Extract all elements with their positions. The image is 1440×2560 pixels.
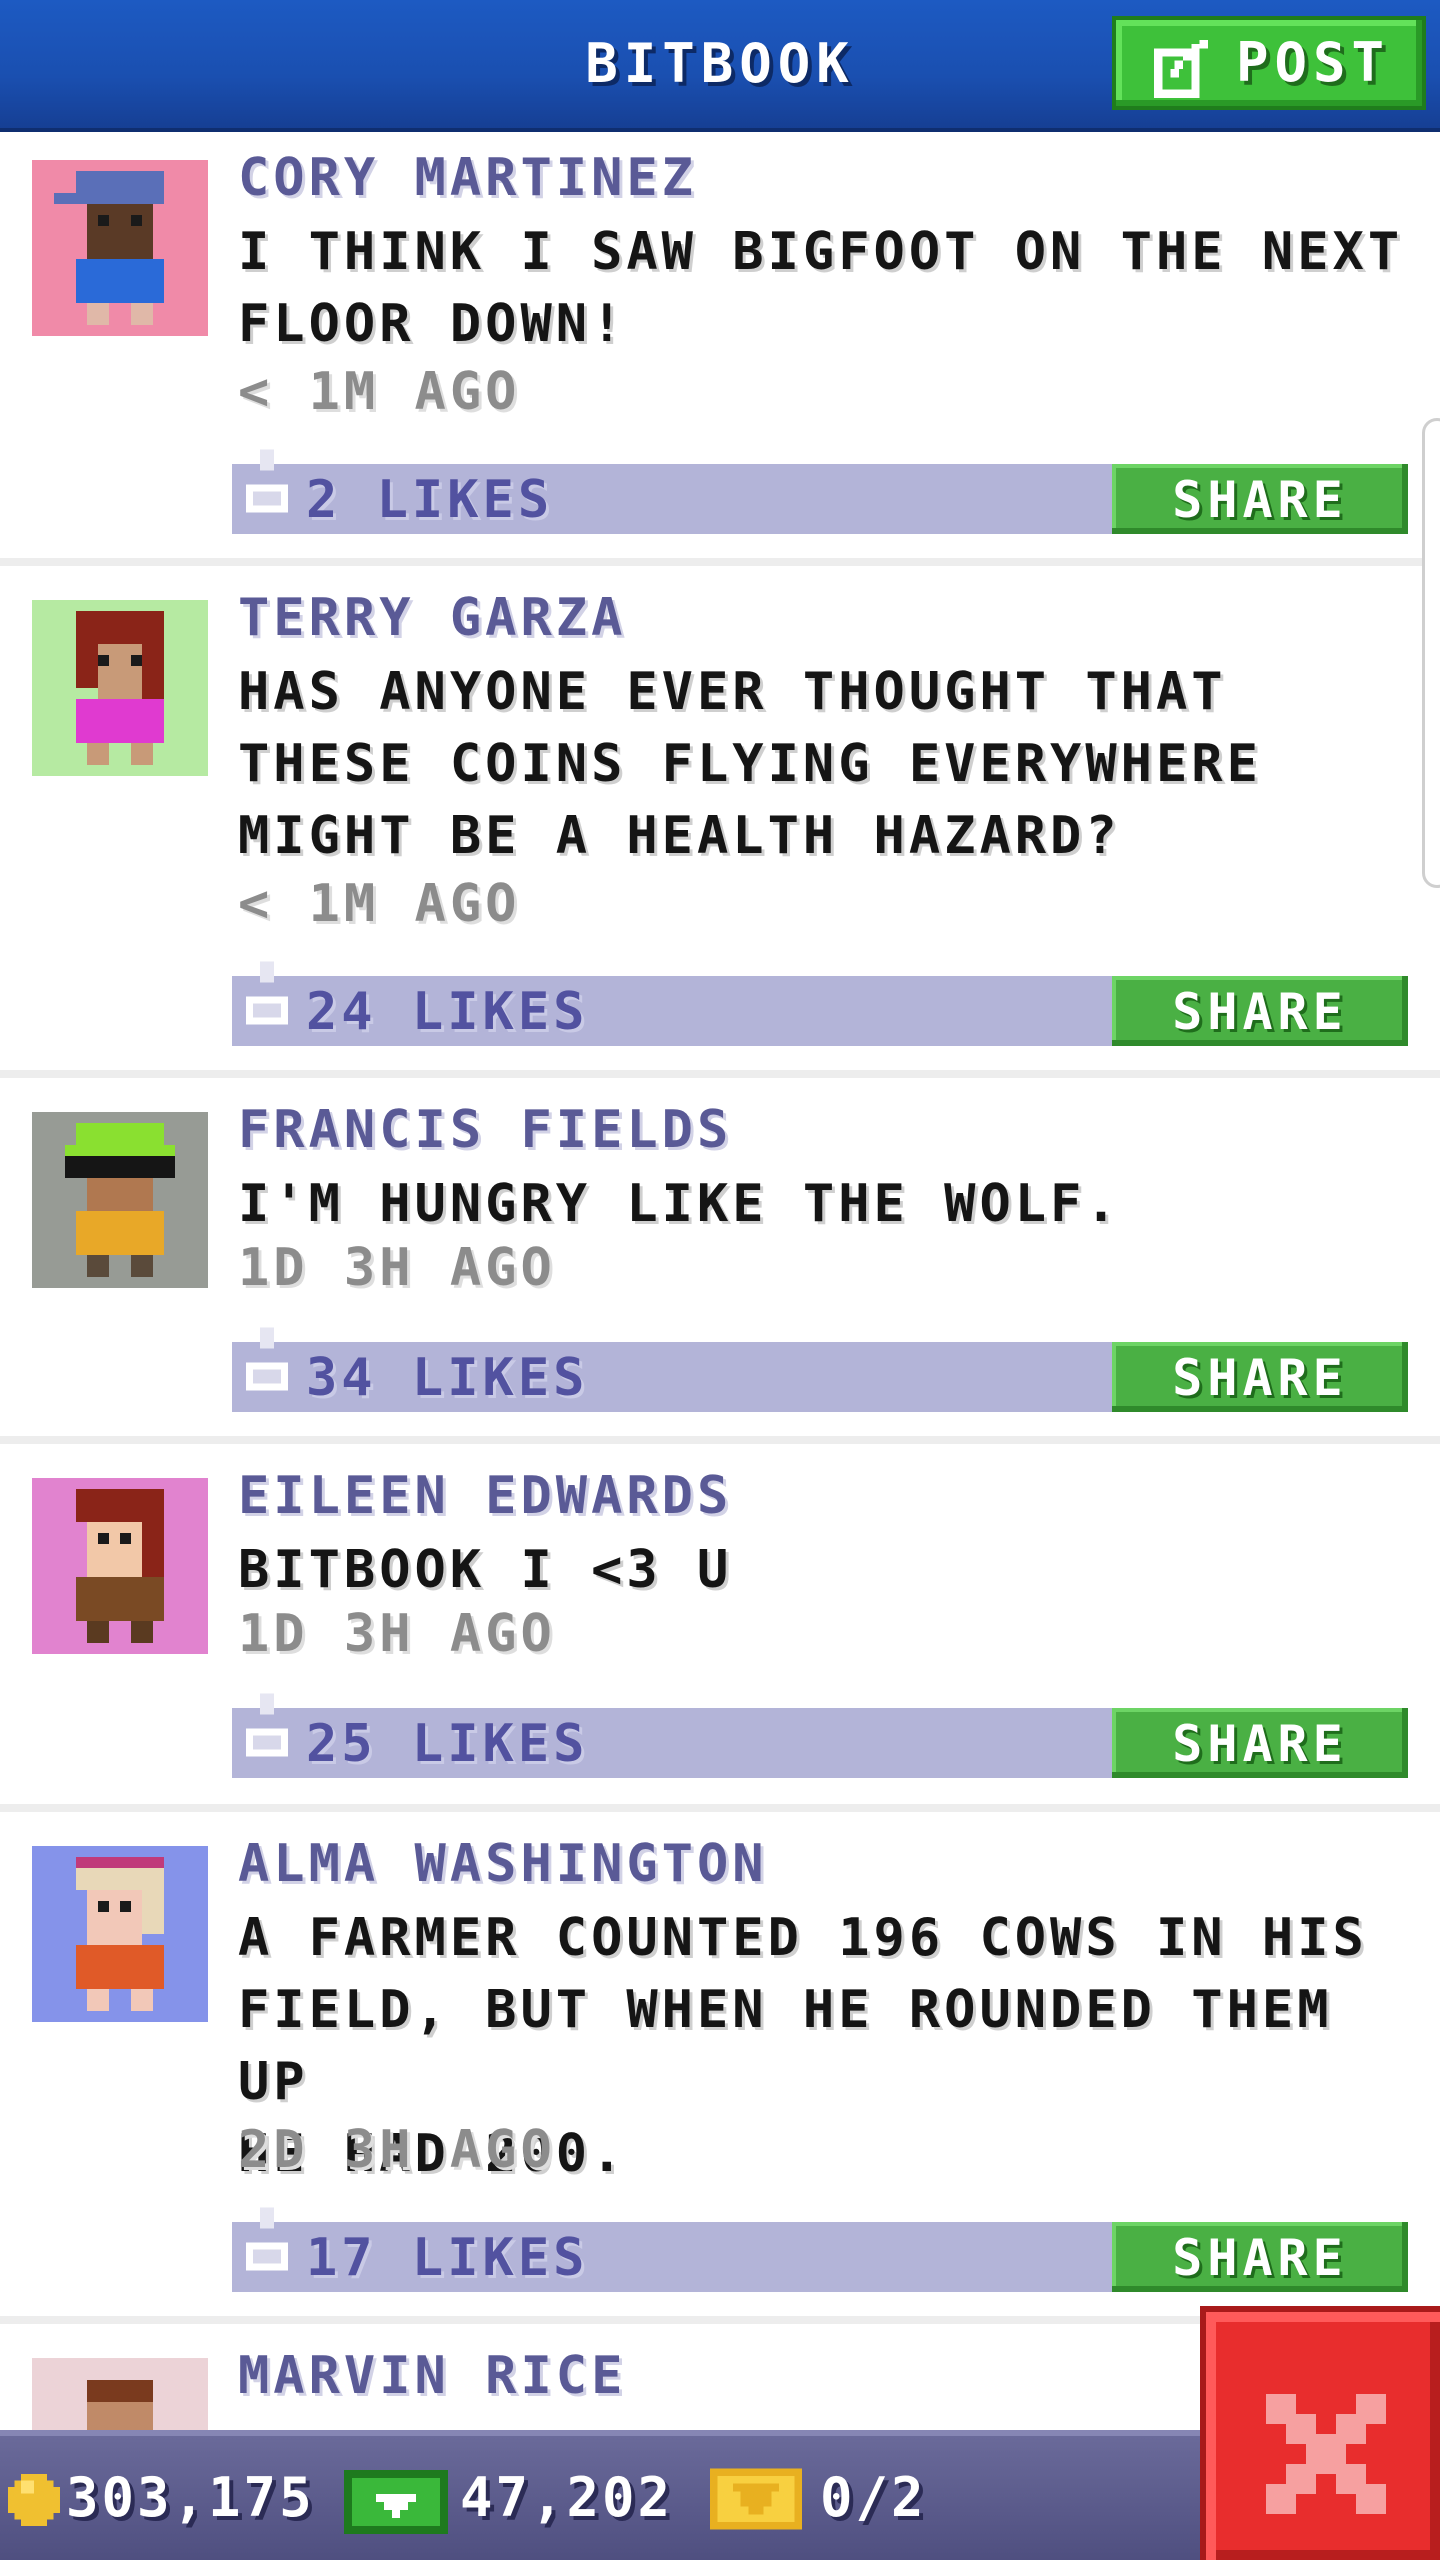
likes-count: 34 LIKES	[306, 1348, 589, 1408]
likes-count: 24 LIKES	[306, 982, 589, 1042]
avatar-francis-fields	[32, 1112, 208, 1288]
post-message: HAS ANYONE EVER THOUGHT THAT THESE COINS…	[238, 662, 1262, 866]
avatar[interactable]	[32, 1846, 208, 2022]
post-divider	[0, 1070, 1440, 1078]
post-time: < 1M AGO	[238, 874, 521, 934]
like-bar[interactable]: 2 LIKES SHARE	[232, 449, 1408, 534]
feed-post: ALMA WASHINGTON A FARMER COUNTED 196 COW…	[0, 1812, 1440, 2324]
like-bar[interactable]: 17 LIKES SHARE	[232, 2207, 1408, 2292]
golden-ticket-icon	[710, 2468, 802, 2530]
avatar[interactable]	[32, 1478, 208, 1654]
bux-icon	[344, 2470, 448, 2534]
share-button[interactable]: SHARE	[1112, 1708, 1408, 1778]
thumbs-up-icon	[246, 2207, 288, 2271]
coins-count: 303,175	[66, 2466, 315, 2529]
post-time: < 1M AGO	[238, 362, 521, 422]
thumbs-up-icon	[246, 449, 288, 513]
share-button[interactable]: SHARE	[1112, 464, 1408, 534]
header-bar: BITBOOK POST	[0, 0, 1440, 128]
feed-post: FRANCIS FIELDS I'M HUNGRY LIKE THE WOLF.…	[0, 1078, 1440, 1444]
bux-count: 47,202	[460, 2466, 674, 2529]
post-divider	[0, 558, 1440, 566]
feed-post: TERRY GARZA HAS ANYONE EVER THOUGHT THAT…	[0, 566, 1440, 1078]
avatar[interactable]	[32, 600, 208, 776]
avatar-eileen-edwards	[32, 1478, 208, 1654]
avatar[interactable]	[32, 160, 208, 336]
post-author[interactable]: EILEEN EDWARDS	[238, 1466, 732, 1526]
share-button[interactable]: SHARE	[1112, 976, 1408, 1046]
post-time: 1D 3H AGO	[238, 1604, 556, 1664]
likes-count: 2 LIKES	[306, 470, 554, 530]
share-button[interactable]: SHARE	[1112, 2222, 1408, 2292]
thumbs-up-icon	[246, 1327, 288, 1391]
like-bar[interactable]: 34 LIKES SHARE	[232, 1327, 1408, 1412]
avatar-cory-martinez	[32, 160, 208, 336]
compose-icon	[1154, 40, 1208, 98]
post-button[interactable]: POST	[1112, 16, 1426, 110]
share-button[interactable]: SHARE	[1112, 1342, 1408, 1412]
post-author[interactable]: CORY MARTINEZ	[238, 148, 697, 208]
avatar[interactable]	[32, 2358, 208, 2430]
post-author[interactable]: TERRY GARZA	[238, 588, 626, 648]
feed-list[interactable]: CORY MARTINEZ I THINK I SAW BIGFOOT ON T…	[0, 128, 1440, 2430]
post-message: I THINK I SAW BIGFOOT ON THE NEXT FLOOR …	[238, 222, 1404, 354]
scrollbar[interactable]	[1422, 418, 1440, 888]
post-message: BITBOOK I <3 U	[238, 1540, 733, 1600]
like-bar[interactable]: 25 LIKES SHARE	[232, 1693, 1408, 1778]
tickets-count: 0/2	[820, 2466, 927, 2529]
feed-post: EILEEN EDWARDS BITBOOK I <3 U 1D 3H AGO …	[0, 1444, 1440, 1812]
thumbs-up-icon	[246, 961, 288, 1025]
post-divider	[0, 1804, 1440, 1812]
avatar-alma-washington	[32, 1846, 208, 2022]
close-button[interactable]	[1200, 2306, 1440, 2560]
coin-icon	[8, 2474, 60, 2526]
post-message: I'M HUNGRY LIKE THE WOLF.	[238, 1174, 1121, 1234]
feed-post: CORY MARTINEZ I THINK I SAW BIGFOOT ON T…	[0, 128, 1440, 566]
thumbs-up-icon	[246, 1693, 288, 1757]
post-author[interactable]: ALMA WASHINGTON	[238, 1834, 768, 1894]
post-button-label: POST	[1236, 31, 1391, 94]
close-icon	[1266, 2394, 1386, 2514]
post-author[interactable]: MARVIN RICE	[238, 2346, 626, 2406]
like-bar[interactable]: 24 LIKES SHARE	[232, 961, 1408, 1046]
post-time: 1D 3H AGO	[238, 1238, 556, 1298]
avatar-terry-garza	[32, 600, 208, 776]
post-author[interactable]: FRANCIS FIELDS	[238, 1100, 732, 1160]
likes-count: 25 LIKES	[306, 1714, 589, 1774]
post-divider	[0, 1436, 1440, 1444]
avatar-marvin-rice	[32, 2358, 208, 2430]
likes-count: 17 LIKES	[306, 2228, 589, 2288]
post-time: 2D 3H AGO	[238, 2120, 556, 2180]
avatar[interactable]	[32, 1112, 208, 1288]
